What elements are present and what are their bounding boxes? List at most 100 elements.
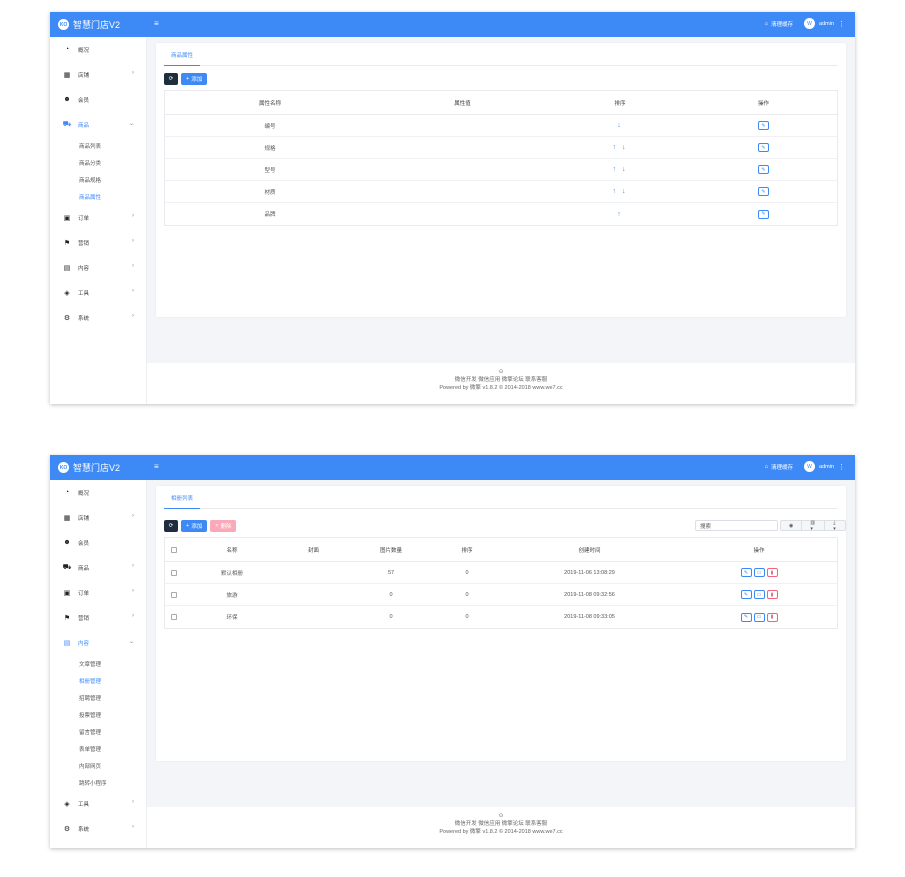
- column-header[interactable]: 属性值: [375, 91, 550, 114]
- edit-button[interactable]: ✎: [758, 187, 769, 196]
- sidebar-item-overview[interactable]: ◔ 概况: [50, 480, 146, 505]
- tab-bar: 相册列表: [164, 492, 838, 509]
- row-checkbox[interactable]: [171, 591, 177, 598]
- export-button[interactable]: ⤓ ▾: [825, 520, 845, 532]
- sidebar-item-order[interactable]: ▣ 订单 ›: [50, 205, 146, 230]
- menu-toggle-icon[interactable]: ≡: [154, 19, 159, 28]
- sidebar-item-goods[interactable]: ⛟ 商品 ›: [50, 555, 146, 580]
- sidebar-item-overview[interactable]: ◔ 概况: [50, 37, 146, 62]
- brand[interactable]: KO 智慧门店V2: [50, 12, 147, 37]
- row-checkbox[interactable]: [171, 569, 177, 576]
- sort-arrows-icon[interactable]: ↑ ↓: [613, 144, 628, 151]
- album-name: 旅游: [226, 592, 238, 599]
- sidebar-subitem-albums[interactable]: 相册管理: [50, 672, 146, 689]
- edit-button[interactable]: ✎: [758, 165, 769, 174]
- sidebar-subitem-messages[interactable]: 留言管理: [50, 723, 146, 740]
- sidebar-item-marketing[interactable]: ⚑ 营销 ›: [50, 230, 146, 255]
- add-button[interactable]: + 添加: [181, 520, 208, 532]
- pencil-icon: ✎: [761, 122, 766, 129]
- refresh-button[interactable]: ⟳: [164, 73, 178, 85]
- column-header[interactable]: 名称: [183, 538, 281, 561]
- sidebar-subitem-internal-pages[interactable]: 内部网页: [50, 757, 146, 774]
- sidebar-subitem-goods-attribute[interactable]: 商品属性: [50, 188, 146, 205]
- menu-toggle-icon[interactable]: ≡: [154, 462, 159, 471]
- table-row: 默认相册 57 0 2019-11-06 13:08:29 ✎ ▭ ▮: [165, 562, 837, 584]
- tab-goods-attribute[interactable]: 商品属性: [164, 49, 201, 66]
- row-checkbox[interactable]: [171, 614, 177, 620]
- refresh-icon: ⟳: [168, 76, 174, 82]
- sidebar-item-marketing[interactable]: ⚑ 营销 ›: [50, 605, 146, 630]
- sidebar-item-system[interactable]: ⚙ 系统 ›: [50, 816, 146, 841]
- footer-powered: Powered by 微擎 v1.8.2 © 2014-2018 www.we7…: [439, 829, 563, 835]
- delete-row-button[interactable]: ▮: [766, 568, 778, 577]
- user-menu[interactable]: W admin ⋮: [804, 461, 845, 472]
- sort-arrows-icon[interactable]: ↑ ↓: [613, 166, 628, 173]
- edit-button[interactable]: ✎: [740, 590, 752, 599]
- sidebar-item-tools[interactable]: ◈ 工具 ›: [50, 280, 146, 305]
- delete-row-button[interactable]: ▮: [766, 590, 778, 599]
- column-header[interactable]: 封面: [281, 538, 346, 561]
- column-header[interactable]: 属性名称: [165, 91, 375, 114]
- columns-button[interactable]: ▥ ▾: [802, 520, 826, 532]
- sidebar-subitem-articles[interactable]: 文章管理: [50, 655, 146, 672]
- sort-cell: ↓: [550, 115, 690, 136]
- edit-button[interactable]: ✎: [740, 568, 752, 577]
- chevron-right-icon: ›: [132, 613, 134, 619]
- sort-arrows-icon[interactable]: ↑ ↓: [613, 188, 628, 195]
- sidebar-item-member[interactable]: ☻ 会员: [50, 530, 146, 555]
- refresh-button[interactable]: ⟳: [164, 520, 178, 532]
- brand[interactable]: KO 智慧门店V2: [50, 455, 147, 480]
- edit-button[interactable]: ✎: [758, 143, 769, 152]
- sidebar-subitem-forms[interactable]: 表单管理: [50, 740, 146, 757]
- sidebar-subitem-goods-category[interactable]: 商品分类: [50, 154, 146, 171]
- toggle-view-button[interactable]: ◉: [781, 521, 803, 530]
- edit-button[interactable]: ✎: [758, 209, 769, 219]
- sidebar-item-label: 概况: [78, 47, 90, 54]
- user-menu[interactable]: W admin ⋮: [804, 18, 845, 29]
- search-input[interactable]: 搜索: [695, 520, 778, 531]
- footer-links[interactable]: 微信开发 微信应用 微擎论坛 联系客服: [147, 376, 855, 384]
- clear-cache-button[interactable]: ⌂ 清理缓存: [765, 20, 793, 28]
- footer: ⊙ 微信开发 微信应用 微擎论坛 联系客服 Powered by 微擎 v1.8…: [147, 363, 855, 404]
- sidebar-item-content[interactable]: ▤ 内容 ⌄: [50, 630, 146, 655]
- folder-button[interactable]: ▭: [753, 612, 765, 622]
- delete-button[interactable]: × 删除: [210, 520, 237, 532]
- sidebar-item-order[interactable]: ▣ 订单 ›: [50, 580, 146, 605]
- grid-icon: ▦: [63, 71, 71, 79]
- folder-button[interactable]: ▭: [753, 568, 765, 577]
- sidebar-item-system[interactable]: ⚙ 系统 ›: [50, 305, 146, 330]
- select-cell: [165, 584, 183, 605]
- sidebar-item-goods[interactable]: ⛟ 商品 ⌄: [50, 112, 146, 137]
- sort-arrows-icon[interactable]: ↓: [617, 122, 623, 129]
- edit-button[interactable]: ✎: [740, 612, 752, 622]
- delete-row-button[interactable]: ▮: [766, 612, 778, 622]
- sidebar-item-label: 会员: [78, 97, 90, 104]
- more-vertical-icon[interactable]: ⋮: [838, 20, 845, 28]
- sidebar-subitem-goods-spec[interactable]: 商品规格: [50, 171, 146, 188]
- edit-button[interactable]: ✎: [758, 121, 769, 130]
- action-cell: ✎: [690, 203, 837, 225]
- sidebar-subitem-recruitment[interactable]: 招聘管理: [50, 689, 146, 706]
- dashboard-icon: ◔: [64, 46, 70, 53]
- column-header[interactable]: 排序: [550, 91, 690, 114]
- column-header[interactable]: 图片数量: [346, 538, 436, 561]
- sidebar-subitem-votes[interactable]: 投票管理: [50, 706, 146, 723]
- column-header[interactable]: 排序: [436, 538, 498, 561]
- sidebar-item-store[interactable]: ▦ 店铺 ›: [50, 62, 146, 87]
- sidebar-subitem-mini-program[interactable]: 跳转小程序: [50, 774, 146, 791]
- footer-links[interactable]: 微信开发 微信应用 微擎论坛 联系客服: [147, 820, 855, 828]
- sidebar-item-member[interactable]: ☻ 会员: [50, 87, 146, 112]
- add-button[interactable]: + 添加: [181, 73, 208, 85]
- sidebar-item-store[interactable]: ▦ 店铺 ›: [50, 505, 146, 530]
- column-header[interactable]: 创建时间: [498, 538, 681, 561]
- gear-icon: ⚙: [63, 825, 71, 833]
- folder-button[interactable]: ▭: [753, 590, 765, 599]
- tab-album-list[interactable]: 相册列表: [164, 492, 201, 509]
- more-vertical-icon[interactable]: ⋮: [838, 463, 845, 471]
- sidebar-subitem-goods-list[interactable]: 商品列表: [50, 137, 146, 154]
- sidebar-item-tools[interactable]: ◈ 工具 ›: [50, 791, 146, 816]
- clear-cache-button[interactable]: ⌂ 清理缓存: [765, 463, 793, 471]
- sort-arrows-icon[interactable]: ↑: [617, 211, 623, 218]
- sidebar-item-content[interactable]: ▤ 内容 ›: [50, 255, 146, 280]
- select-all-checkbox[interactable]: [171, 546, 177, 553]
